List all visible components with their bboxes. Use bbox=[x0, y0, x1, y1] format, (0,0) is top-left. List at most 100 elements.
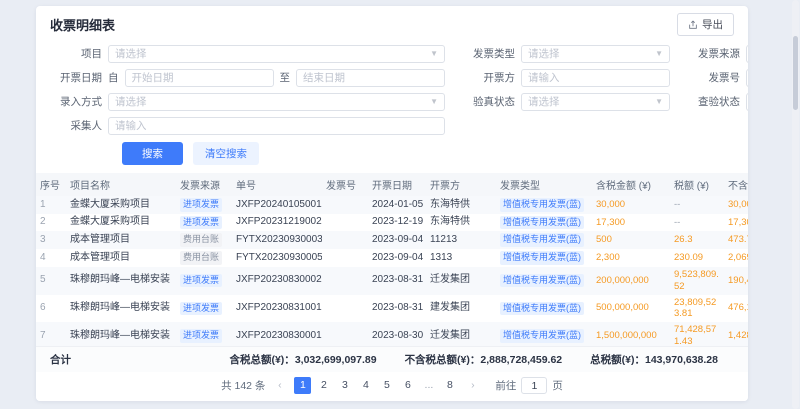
page-button[interactable]: 5 bbox=[378, 377, 395, 394]
next-page-button[interactable]: › bbox=[464, 377, 481, 394]
cell-project-name: 珠穆朗玛峰—电梯安装 bbox=[66, 267, 176, 295]
page-title: 收票明细表 bbox=[50, 15, 115, 34]
net-amount-value: 476,190,476.19 bbox=[728, 302, 748, 313]
jump-prefix-label: 前往 bbox=[495, 378, 516, 393]
cell-order-no[interactable]: JXFP20230831001 bbox=[232, 295, 322, 323]
invoice-type-tag: 增值税专用发票(蓝) bbox=[500, 302, 584, 316]
cell-invoice-type: 增值税专用发票(蓝) bbox=[496, 231, 592, 249]
table-row[interactable]: 4 成本管理项目 费用台账 FYTX20230930005 2023-09-04… bbox=[36, 249, 748, 267]
filter-invoice-date-label: 开票日期 bbox=[50, 70, 102, 85]
cell-order-no[interactable]: FYTX20230930003 bbox=[232, 231, 322, 249]
cell-invoice-source: 进项发票 bbox=[176, 295, 232, 323]
cell-invoice-type: 增值税专用发票(蓝) bbox=[496, 249, 592, 267]
vertical-scrollbar[interactable] bbox=[792, 0, 799, 409]
filter-invoice-no: 发票号 bbox=[688, 67, 748, 88]
filter-entry-method-label: 录入方式 bbox=[50, 94, 102, 109]
cell-issuer: 东海特供 bbox=[426, 196, 496, 214]
table-row[interactable]: 6 珠穆朗玛峰—电梯安装 进项发票 JXFP20230831001 2023-0… bbox=[36, 295, 748, 323]
summary-total-tax-label: 总税额(¥)： bbox=[590, 354, 645, 366]
cell-amount-excl-tax: 476,190,476.19 bbox=[724, 295, 748, 323]
end-date-input[interactable] bbox=[296, 69, 445, 87]
summary-amount-incl-tax-label: 含税总额(¥)： bbox=[229, 354, 294, 366]
verify-status-select[interactable]: 请选择 ▼ bbox=[521, 93, 670, 111]
cell-index: 1 bbox=[36, 196, 66, 214]
amount-value: 2,300 bbox=[596, 252, 620, 263]
page-button[interactable]: ... bbox=[420, 377, 437, 394]
cell-index: 3 bbox=[36, 231, 66, 249]
amount-value: 200,000,000 bbox=[596, 275, 649, 286]
table-header: 序号 项目名称 发票来源 单号 发票号 开票日期 开票方 发票类型 含税金额 (… bbox=[36, 173, 748, 196]
invoice-source-select[interactable]: 请选择 ▼ bbox=[746, 45, 748, 63]
export-button[interactable]: 导出 bbox=[677, 13, 734, 36]
page-button[interactable]: 2 bbox=[315, 377, 332, 394]
filter-issuer: 开票方 bbox=[463, 67, 670, 88]
summary-items: 含税总额(¥)：3,032,699,097.89 不含税总额(¥)：2,888,… bbox=[71, 352, 718, 367]
table-row[interactable]: 2 金蝶大厦采购项目 进项发票 JXFP20231219002 2023-12-… bbox=[36, 214, 748, 232]
page-button[interactable]: 6 bbox=[399, 377, 416, 394]
invoice-source-tag: 进项发票 bbox=[180, 198, 222, 212]
table-row[interactable]: 3 成本管理项目 费用台账 FYTX20230930003 2023-09-04… bbox=[36, 231, 748, 249]
invoice-type-select-placeholder: 请选择 bbox=[528, 46, 560, 61]
issuer-input[interactable] bbox=[521, 69, 670, 87]
prev-page-button[interactable]: ‹ bbox=[271, 377, 288, 394]
invoice-no-input[interactable] bbox=[746, 69, 748, 87]
summary-amount-incl-tax: 含税总额(¥)：3,032,699,097.89 bbox=[229, 352, 376, 367]
page-button[interactable]: 3 bbox=[336, 377, 353, 394]
entry-method-select[interactable]: 请选择 ▼ bbox=[108, 93, 445, 111]
cell-order-no[interactable]: FYTX20230930005 bbox=[232, 249, 322, 267]
clear-search-button[interactable]: 清空搜索 bbox=[193, 142, 259, 165]
cell-project-name: 金蝶大厦采购项目 bbox=[66, 214, 176, 232]
cell-tax: 9,523,809.52 bbox=[670, 267, 724, 295]
cell-tax: 26.3 bbox=[670, 231, 724, 249]
cell-order-no[interactable]: JXFP20240105001 bbox=[232, 196, 322, 214]
page-button[interactable]: 8 bbox=[441, 377, 458, 394]
col-invoice-type: 发票类型 bbox=[496, 173, 592, 196]
cell-invoice-date: 2023-08-31 bbox=[368, 267, 426, 295]
pagination-total: 共 142 条 bbox=[221, 378, 265, 393]
amount-value: 500 bbox=[596, 234, 612, 245]
chevron-down-icon: ▼ bbox=[655, 97, 663, 106]
cell-issuer: 迁发集团 bbox=[426, 267, 496, 295]
tax-value: 71,428,571.43 bbox=[674, 324, 716, 346]
cell-order-no[interactable]: JXFP20230830001 bbox=[232, 322, 322, 346]
cell-amount-incl-tax: 200,000,000 bbox=[592, 267, 670, 295]
cell-project-name: 金蝶大厦采购项目 bbox=[66, 196, 176, 214]
invoice-type-select[interactable]: 请选择 ▼ bbox=[521, 45, 670, 63]
project-select[interactable]: 请选择 ▼ bbox=[108, 45, 445, 63]
check-status-select[interactable]: 请选择 ▼ bbox=[746, 93, 748, 111]
cell-amount-incl-tax: 30,000 bbox=[592, 196, 670, 214]
col-invoice-source: 发票来源 bbox=[176, 173, 232, 196]
cell-issuer: 建发集团 bbox=[426, 295, 496, 323]
cell-amount-excl-tax: 30,000 bbox=[724, 196, 748, 214]
page-button[interactable]: 1 bbox=[294, 377, 311, 394]
cell-invoice-type: 增值税专用发票(蓝) bbox=[496, 322, 592, 346]
collector-input[interactable] bbox=[108, 117, 445, 135]
cell-index: 2 bbox=[36, 214, 66, 232]
cell-order-no[interactable]: JXFP20231219002 bbox=[232, 214, 322, 232]
cell-invoice-date: 2023-09-04 bbox=[368, 231, 426, 249]
jump-page-input[interactable] bbox=[521, 377, 547, 394]
page-button[interactable]: 4 bbox=[357, 377, 374, 394]
table-row[interactable]: 5 珠穆朗玛峰—电梯安装 进项发票 JXFP20230830002 2023-0… bbox=[36, 267, 748, 295]
tax-value: 23,809,523.81 bbox=[674, 297, 716, 320]
cell-tax: 71,428,571.43 bbox=[670, 322, 724, 346]
filter-verify-status: 验真状态 请选择 ▼ bbox=[463, 91, 670, 112]
search-button[interactable]: 搜索 bbox=[122, 142, 183, 165]
table-row[interactable]: 1 金蝶大厦采购项目 进项发票 JXFP20240105001 2024-01-… bbox=[36, 196, 748, 214]
invoice-source-tag: 费用台账 bbox=[180, 233, 222, 247]
amount-value: 17,300 bbox=[596, 217, 625, 228]
filter-check-status-label: 查验状态 bbox=[688, 94, 740, 109]
net-amount-value: 17,300 bbox=[728, 217, 748, 228]
chevron-down-icon: ▼ bbox=[655, 49, 663, 58]
start-date-input[interactable] bbox=[125, 69, 274, 87]
filter-collector: 采集人 bbox=[50, 115, 445, 136]
scrollbar-thumb[interactable] bbox=[793, 36, 798, 110]
col-issuer: 开票方 bbox=[426, 173, 496, 196]
cell-issuer: 11213 bbox=[426, 231, 496, 249]
cell-index: 4 bbox=[36, 249, 66, 267]
cell-invoice-no bbox=[322, 196, 368, 214]
cell-order-no[interactable]: JXFP20230830002 bbox=[232, 267, 322, 295]
table-row[interactable]: 7 珠穆朗玛峰—电梯安装 进项发票 JXFP20230830001 2023-0… bbox=[36, 322, 748, 346]
panel-header: 收票明细表 导出 bbox=[36, 6, 748, 41]
invoice-source-tag: 费用台账 bbox=[180, 251, 222, 265]
